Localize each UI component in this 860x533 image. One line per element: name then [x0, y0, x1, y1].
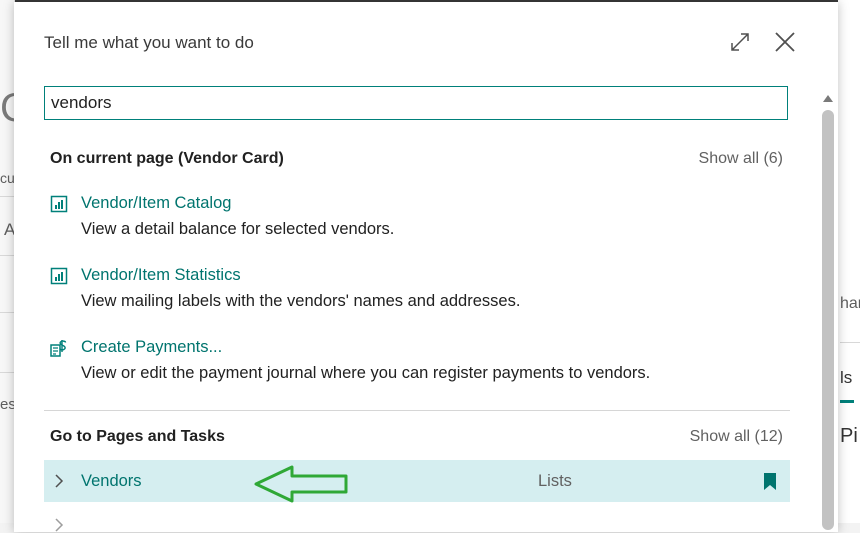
show-all-pages-tasks-link[interactable]: Show all (12) — [690, 428, 783, 446]
chevron-right-icon — [55, 518, 64, 532]
section-divider — [44, 410, 790, 411]
result-description: View or edit the payment journal where y… — [81, 364, 651, 382]
result-description: View a detail balance for selected vendo… — [81, 220, 395, 238]
result-vendor-item-statistics-link[interactable]: Vendor/Item Statistics — [81, 266, 241, 285]
result-create-payments-link[interactable]: Create Payments... — [81, 338, 222, 357]
background-text: ls — [840, 368, 853, 387]
dialog-title: Tell me what you want to do — [44, 33, 254, 52]
expand-icon — [731, 33, 749, 51]
background-divider — [0, 312, 14, 313]
result-row-category: Lists — [538, 472, 572, 490]
result-row-label[interactable]: Vendors — [81, 472, 142, 491]
report-icon — [50, 195, 68, 213]
bookmark-icon[interactable] — [763, 472, 777, 491]
background-tab-indicator — [840, 400, 854, 403]
payment-icon — [50, 340, 67, 357]
section-heading-pages-tasks: Go to Pages and Tasks — [50, 428, 225, 445]
scrollbar-thumb[interactable] — [822, 110, 834, 530]
background-text: har — [840, 295, 860, 312]
partial-next-row — [44, 508, 790, 532]
tell-me-dialog: Tell me what you want to do On current p… — [14, 2, 838, 532]
background-text: cu — [0, 170, 15, 186]
result-vendor-item-catalog-link[interactable]: Vendor/Item Catalog — [81, 194, 231, 213]
expand-button[interactable] — [728, 30, 752, 54]
chevron-right-icon[interactable] — [52, 473, 66, 489]
background-divider — [0, 196, 14, 197]
background-page-left — [0, 0, 15, 523]
annotation-arrow-icon — [254, 465, 348, 503]
show-all-current-page-link[interactable]: Show all (6) — [699, 150, 783, 168]
background-divider — [0, 255, 14, 256]
search-input[interactable] — [44, 86, 788, 120]
report-icon — [50, 267, 68, 285]
scroll-up-arrow-icon[interactable] — [821, 92, 835, 104]
close-icon — [775, 32, 795, 52]
section-heading-current-page: On current page (Vendor Card) — [50, 150, 284, 167]
background-text: Pi — [840, 425, 858, 447]
background-divider — [840, 342, 860, 343]
result-description: View mailing labels with the vendors' na… — [81, 292, 521, 310]
close-button[interactable] — [773, 30, 797, 54]
result-row-vendors[interactable]: Vendors Lists — [44, 460, 790, 502]
background-divider — [0, 372, 14, 373]
